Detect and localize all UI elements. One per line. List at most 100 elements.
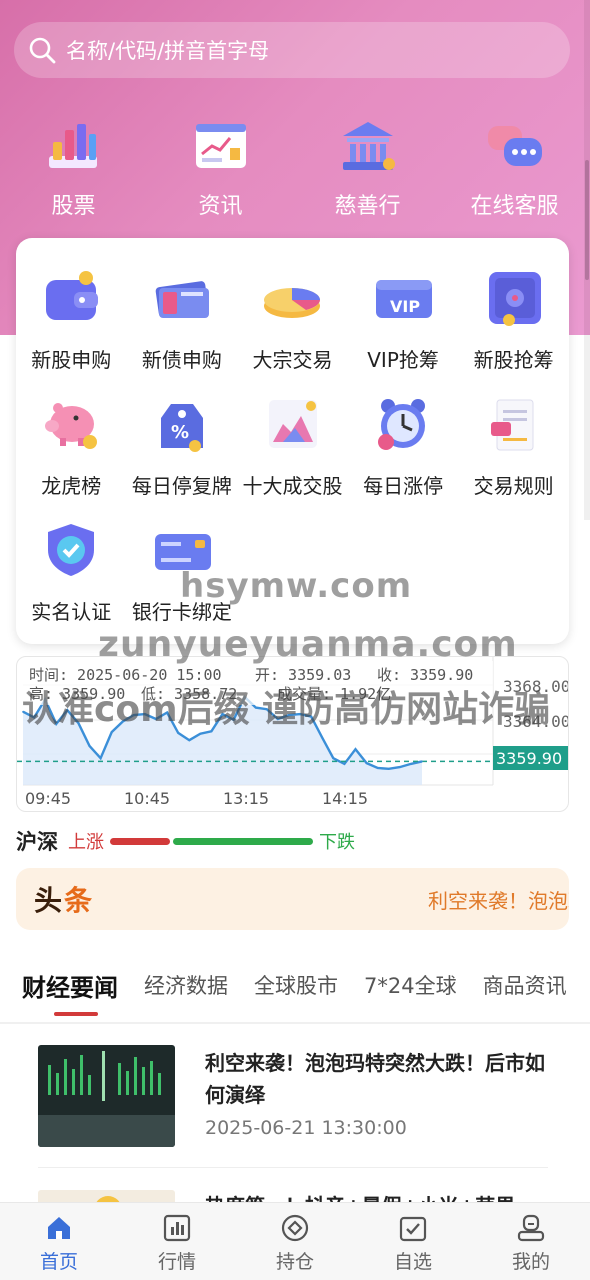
nav-positions[interactable]: 持仓 [236, 1203, 354, 1280]
chart-data-point [332, 757, 335, 759]
tab-economic-data[interactable]: 经济数据 [144, 970, 228, 1000]
alarm-clock-icon [372, 394, 434, 454]
feature-dragon-tiger-list[interactable]: 龙虎榜 [16, 394, 127, 520]
top-nav: 股票 资讯 慈善行 在线客服 [0, 118, 590, 220]
chart-data-point [66, 709, 69, 711]
chart-data-point [354, 748, 357, 750]
top-nav-news[interactable]: 资讯 [147, 118, 294, 220]
feature-label: 每日停复牌 [131, 474, 232, 498]
feature-label: 交易规则 [473, 474, 554, 498]
chart-data-point [188, 739, 191, 742]
feature-label: 新股申购 [31, 348, 112, 372]
news-item[interactable]: 利空来袭！泡泡玛特突然大跌！后市如何演绎 2025-06-21 13:30:00 [38, 1045, 548, 1169]
chart-data-point [33, 716, 35, 719]
news-date: 2025-06-21 13:30:00 [205, 1117, 407, 1139]
chart-data-point [387, 767, 390, 770]
tooltip-open: 开: 3359.03 [255, 666, 351, 684]
feature-card: 新股申购 新债申购 大宗交易 VIP VIP抢筹 新股抢筹 龙虎榜 % 每日停复… [16, 238, 569, 644]
chart-data-point [155, 718, 157, 720]
chart-canvas: 3359.90 3368.00 3364.00 09:45 10:45 13:1… [17, 657, 568, 808]
x-tick-label: 10:45 [124, 789, 170, 808]
chart-data-point [277, 718, 279, 720]
chart-data-point [421, 760, 423, 763]
chart-data-point [166, 711, 168, 714]
chart-data-point [199, 732, 202, 735]
market-title: 沪深 [16, 830, 58, 854]
tab-finance-news[interactable]: 财经要闻 [22, 968, 118, 1016]
feature-top-ten-trades[interactable]: 十大成交股 [237, 394, 348, 520]
top-nav-label: 资讯 [198, 194, 243, 219]
nav-home[interactable]: 首页 [0, 1203, 118, 1280]
nav-watchlist[interactable]: 自选 [354, 1203, 472, 1280]
x-tick-label: 13:15 [223, 789, 269, 808]
current-price-label: 3359.90 [496, 749, 562, 768]
top-nav-label: 在线客服 [470, 194, 559, 219]
down-label: 下跌 [319, 832, 355, 853]
tab-commodity-news[interactable]: 商品资讯 [483, 970, 567, 1000]
feature-label: 十大成交股 [242, 474, 343, 498]
feature-trading-rules[interactable]: 交易规则 [458, 394, 569, 520]
nav-label: 首页 [39, 1251, 78, 1273]
chart-data-point [221, 713, 224, 715]
search-bar[interactable]: 名称/代码/拼音首字母 [14, 22, 570, 78]
bank-building-icon [339, 118, 397, 176]
chart-data-point [266, 708, 268, 711]
piggy-bank-icon [40, 394, 102, 454]
search-input[interactable]: 名称/代码/拼音首字母 [66, 35, 269, 65]
feature-label: 新债申购 [141, 348, 222, 372]
feature-daily-limit-up[interactable]: 每日涨停 [348, 394, 459, 520]
chart-data-point [254, 706, 257, 709]
nav-profile[interactable]: 我的 [472, 1203, 590, 1280]
chart-data-point [299, 713, 301, 715]
svg-text:VIP: VIP [390, 297, 420, 316]
chart-data-point [376, 767, 379, 769]
feature-real-name-auth[interactable]: 实名认证 [16, 520, 127, 646]
chart-data-point [210, 730, 213, 733]
chart-data-point [121, 720, 124, 723]
feature-grid: 新股申购 新债申购 大宗交易 VIP VIP抢筹 新股抢筹 龙虎榜 % 每日停复… [16, 268, 569, 646]
feature-label: 银行卡绑定 [131, 600, 232, 624]
tab-global-724[interactable]: 7*24全球 [364, 970, 457, 1000]
feature-new-stock-grab[interactable]: 新股抢筹 [458, 268, 569, 394]
news-board-icon [192, 118, 250, 176]
up-label: 上涨 [68, 832, 104, 853]
chart-data-point [177, 732, 179, 734]
top-nav-charity[interactable]: 慈善行 [294, 118, 441, 220]
headline-text[interactable]: 利空来袭！泡泡玛特突然大跌！后市如何演绎 [428, 885, 569, 914]
chart-data-point [88, 745, 91, 747]
home-icon [48, 1217, 70, 1239]
headline-ticker[interactable]: 头条 利空来袭！泡泡玛特突然大跌！后市如何演绎 [16, 868, 569, 930]
chart-data-point [110, 731, 113, 733]
check-box-icon [399, 1216, 427, 1242]
x-tick-label: 14:15 [322, 789, 368, 808]
top-nav-service[interactable]: 在线客服 [441, 118, 588, 220]
discount-tag-icon: % [151, 394, 213, 454]
nav-market[interactable]: 行情 [118, 1203, 236, 1280]
home-screen: 名称/代码/拼音首字母 股票 资讯 慈善行 在线客服 新股申购 新债申购 大宗交… [0, 0, 590, 1280]
pie-chart-icon [261, 268, 323, 328]
nav-label: 我的 [511, 1251, 550, 1273]
chart-data-point [232, 719, 235, 721]
feature-bank-card-binding[interactable]: 银行卡绑定 [127, 520, 238, 646]
user-icon [517, 1214, 545, 1242]
scrollbar-thumb[interactable] [585, 160, 589, 280]
tab-global-stocks[interactable]: 全球股市 [254, 970, 338, 1000]
chart-data-point [288, 714, 290, 716]
index-chart[interactable]: 3359.90 3368.00 3364.00 09:45 10:45 13:1… [16, 656, 569, 812]
feature-daily-suspension[interactable]: % 每日停复牌 [127, 394, 238, 520]
divider [0, 1022, 590, 1024]
receipt-icon [483, 394, 545, 454]
chart-data-point [321, 736, 324, 739]
top-nav-label: 股票 [51, 194, 96, 219]
headline-logo: 头条 [34, 879, 94, 919]
feature-vip-grab[interactable]: VIP VIP抢筹 [348, 268, 459, 394]
up-ratio-bar [110, 837, 170, 845]
feature-new-stock-subscribe[interactable]: 新股申购 [16, 268, 127, 394]
scrollbar[interactable] [584, 0, 590, 520]
top-nav-stock[interactable]: 股票 [0, 118, 147, 220]
feature-label: 实名认证 [31, 600, 112, 624]
feature-block-trade[interactable]: 大宗交易 [237, 268, 348, 394]
mountain-chart-icon [261, 394, 323, 454]
feature-new-bond-subscribe[interactable]: 新债申购 [127, 268, 238, 394]
feature-label: VIP抢筹 [367, 348, 439, 372]
